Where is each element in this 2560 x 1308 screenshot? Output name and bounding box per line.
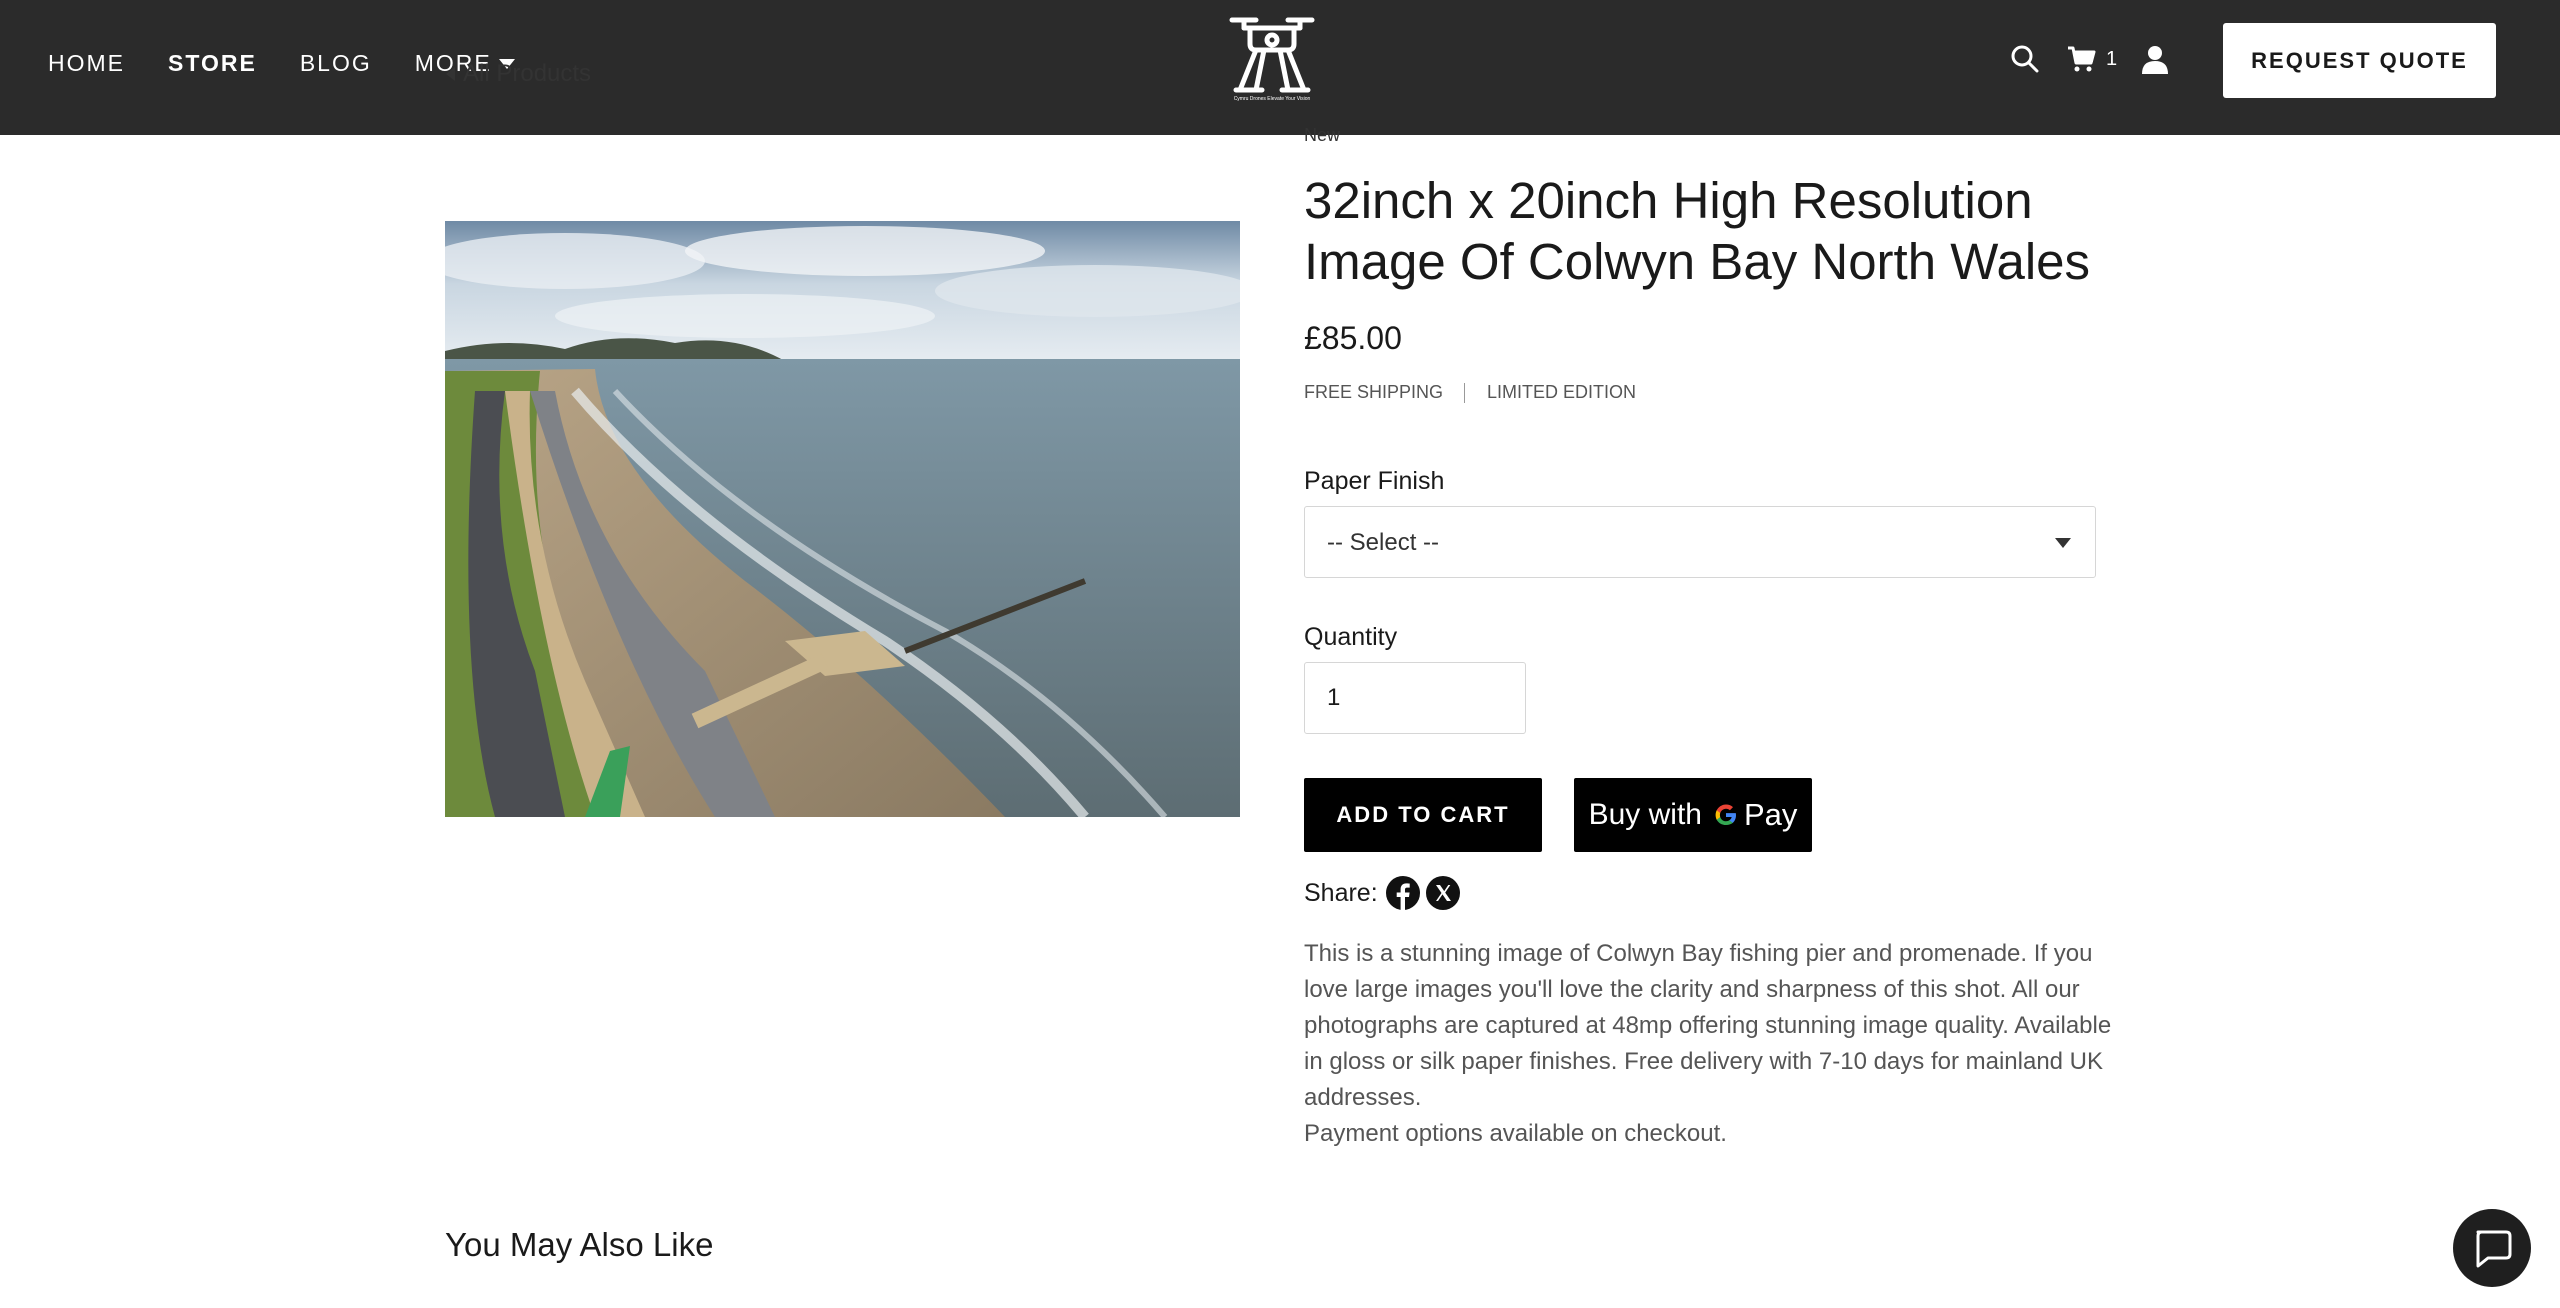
drone-logo[interactable]	[1226, 14, 1318, 106]
request-quote-button[interactable]: REQUEST QUOTE	[2223, 23, 2496, 98]
user-icon[interactable]	[2140, 44, 2170, 74]
facebook-icon[interactable]	[1385, 876, 1420, 910]
tag-limited-edition: LIMITED EDITION	[1487, 382, 1637, 402]
paper-finish-value: -- Select --	[1327, 529, 1440, 556]
product-description: This is a stunning image of Colwyn Bay f…	[1304, 936, 2124, 1152]
quantity-input[interactable]	[1304, 662, 1526, 734]
google-pay-button[interactable]: Buy with Pay	[1574, 778, 1812, 852]
description-paragraph: Payment options available on checkout.	[1304, 1120, 1727, 1147]
cart-icon[interactable]	[2066, 44, 2096, 74]
paper-finish-select[interactable]: -- Select --	[1304, 506, 2096, 578]
cart-count-badge[interactable]: 1	[2106, 48, 2117, 71]
tag-free-shipping: FREE SHIPPING	[1304, 382, 1444, 402]
search-icon[interactable]	[2010, 44, 2040, 74]
share-label: Share:	[1304, 878, 1378, 907]
add-to-cart-button[interactable]: ADD TO CART	[1304, 778, 1542, 852]
colwyn-bay-photo	[445, 221, 1240, 817]
gpay-prefix: Buy with	[1588, 798, 1702, 831]
product-image[interactable]	[445, 221, 1240, 817]
tag-divider	[1464, 382, 1466, 403]
logo-caption: Cymru Drones Elevate Your Vision	[1233, 96, 1311, 102]
chevron-left-icon	[446, 67, 455, 81]
product-tags: FREE SHIPPING LIMITED EDITION	[1304, 382, 1636, 403]
caret-down-icon	[2055, 538, 2071, 548]
x-twitter-icon[interactable]	[1425, 876, 1460, 910]
gpay-brand: Pay	[1743, 797, 1798, 832]
chat-icon	[2476, 1230, 2512, 1268]
chat-button[interactable]	[2453, 1209, 2531, 1287]
breadcrumb[interactable]: All Products	[446, 60, 591, 88]
product-ribbon: New	[1304, 125, 1341, 145]
quantity-label: Quantity	[1304, 623, 1398, 651]
nav-home[interactable]: HOME	[48, 50, 125, 77]
product-price: £85.00	[1304, 320, 1402, 356]
breadcrumb-all-products[interactable]: All Products	[463, 60, 591, 88]
description-paragraph: This is a stunning image of Colwyn Bay f…	[1304, 940, 2112, 1111]
nav-blog[interactable]: BLOG	[300, 50, 372, 77]
product-title: 32inch x 20inch High Resolution Image Of…	[1304, 172, 2091, 290]
share-bar: Share:	[1304, 876, 1466, 910]
nav-store[interactable]: STORE	[168, 50, 257, 77]
site-header: HOME STORE BLOG MORE Cymru Drones Elevat…	[0, 0, 2560, 135]
related-products-heading: You May Also Like	[445, 1226, 714, 1263]
paper-finish-label: Paper Finish	[1304, 467, 1445, 495]
google-g-icon	[1712, 801, 1740, 829]
